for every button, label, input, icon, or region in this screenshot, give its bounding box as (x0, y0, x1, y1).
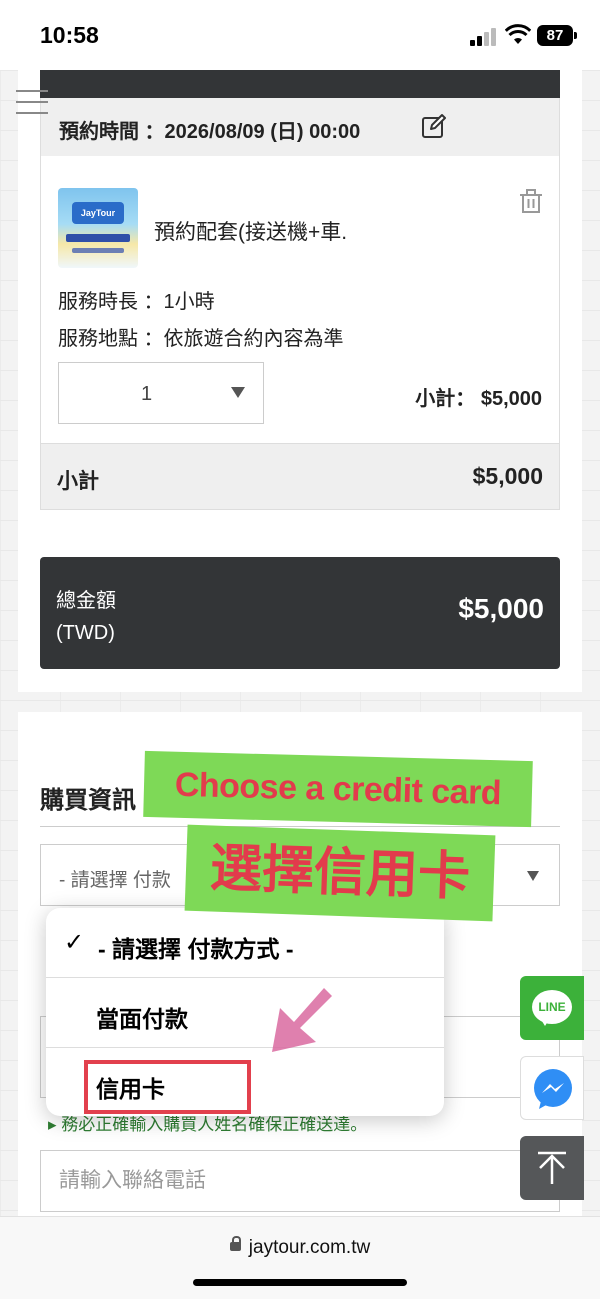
service-duration: 服務時長 ：1小時 (58, 291, 215, 313)
menu-icon[interactable] (16, 88, 48, 116)
product-thumbnail: JayTour (58, 188, 138, 268)
total-amount-box: 總金額 (TWD) $5,000 (40, 557, 560, 669)
status-time: 10:58 (40, 22, 99, 48)
purchase-info-title: 購買資訊 (40, 787, 136, 814)
scroll-to-top-button[interactable] (520, 1136, 584, 1200)
dropdown-option-label: 當面付款 (96, 1006, 188, 1032)
service-location: 服務地點 ：依旅遊合約內容為準 (58, 328, 344, 350)
subtotal-label: 小計 (57, 470, 99, 493)
checkmark-icon: ✓ (64, 929, 85, 956)
cart-header-strip (40, 70, 560, 98)
payment-select-value: - 請選擇 付款 (59, 870, 171, 891)
line-subtotal: 小計： $5,000 (415, 388, 542, 410)
messenger-chat-button[interactable] (520, 1056, 584, 1120)
messenger-icon (534, 1069, 572, 1109)
booking-time-label: 預約時間 ：2026/08/09 (日) 00:00 (59, 121, 361, 143)
wifi-icon (505, 24, 531, 44)
quantity-select[interactable]: 1 (58, 362, 264, 424)
dropdown-option-label: - 請選擇 付款方式 - (98, 936, 294, 962)
arrow-up-icon (538, 1151, 566, 1184)
url-text: jaytour.com.tw (248, 1237, 371, 1258)
total-value: $5,000 (458, 593, 544, 624)
phone-input[interactable] (40, 1150, 560, 1212)
chinese-instruction-sticker: 選擇信用卡 (184, 824, 496, 922)
status-bar: 10:58 87 (0, 0, 600, 70)
edit-icon[interactable] (421, 113, 447, 139)
url-display[interactable]: jaytour.com.tw (0, 1236, 600, 1259)
line-chat-button[interactable]: LINE (520, 976, 584, 1040)
home-indicator (193, 1279, 407, 1286)
chevron-down-icon (231, 387, 245, 398)
dropdown-option-placeholder[interactable]: ✓ - 請選擇 付款方式 - (46, 908, 444, 978)
total-label: 總金額 (TWD) (56, 590, 116, 644)
subtotal-row: 小計 $5,000 (41, 443, 559, 509)
credit-card-highlight-box (84, 1060, 251, 1114)
line-icon: LINE (532, 990, 572, 1024)
lock-icon (229, 1236, 241, 1252)
pointing-arrow-icon (272, 988, 332, 1052)
quantity-value: 1 (141, 383, 153, 405)
chevron-down-icon (527, 871, 539, 881)
booking-time-row: 預約時間 ：2026/08/09 (日) 00:00 (41, 98, 559, 156)
dropdown-option-cash[interactable]: 當面付款 (46, 978, 444, 1048)
cellular-signal-icon (470, 28, 498, 46)
battery-icon: 87 (537, 25, 577, 46)
subtotal-value: $5,000 (472, 463, 543, 489)
product-thumbnail-logo: JayTour (72, 202, 124, 224)
section-divider (40, 826, 560, 827)
browser-address-bar[interactable]: jaytour.com.tw (0, 1216, 600, 1299)
product-name: 預約配套(接送機+車. (154, 221, 348, 244)
english-instruction-sticker: Choose a credit card (143, 750, 533, 828)
trash-icon[interactable] (518, 188, 544, 214)
